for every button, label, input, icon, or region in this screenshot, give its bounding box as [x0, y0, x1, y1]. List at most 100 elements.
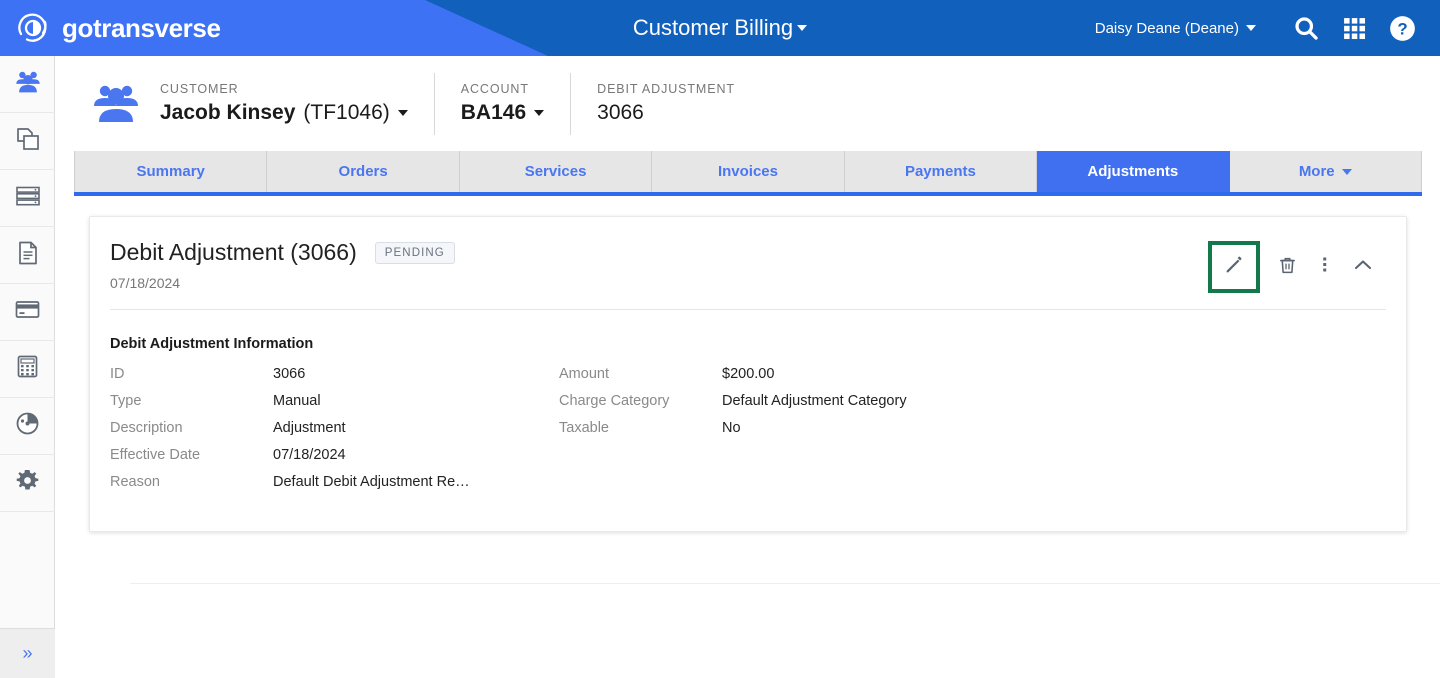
- caret-down-icon: [1341, 168, 1352, 175]
- tab-label: Adjustments: [1087, 163, 1179, 180]
- edit-button[interactable]: [1208, 241, 1260, 293]
- chevron-double-right-icon: »: [22, 643, 33, 663]
- field-value: 3066: [273, 366, 306, 382]
- tab-label: Summary: [136, 163, 205, 180]
- tab-orders[interactable]: Orders: [267, 151, 460, 192]
- customer-name-text: Jacob Kinsey: [160, 101, 296, 124]
- field-value: 07/18/2024: [273, 447, 346, 463]
- field-label: ID: [110, 366, 125, 382]
- tab-label: Payments: [904, 163, 976, 180]
- tab-label: Orders: [338, 163, 388, 180]
- detail-fields-right-column: Amount $200.00 Charge Category Default A…: [559, 366, 907, 501]
- apps-grid-icon: [1342, 16, 1367, 41]
- tab-summary[interactable]: Summary: [74, 151, 268, 192]
- detail-fields-left-column: ID 3066 Type Manual Description Adjustme…: [110, 366, 559, 501]
- sidebar-item-calculator[interactable]: [0, 341, 55, 398]
- left-icon-rail: »: [0, 56, 55, 678]
- field-value: Adjustment: [273, 420, 346, 436]
- gauge-dashboard-icon: [14, 410, 41, 442]
- sidebar-item-servers[interactable]: [0, 170, 55, 227]
- card-header-left: Debit Adjustment (3066) PENDING 07/18/20…: [110, 239, 1208, 291]
- page-title: Debit Adjustment (3066): [110, 239, 357, 265]
- app-title-dropdown[interactable]: Customer Billing: [632, 15, 808, 41]
- collapse-button[interactable]: [1346, 250, 1380, 284]
- card-container: Debit Adjustment (3066) PENDING 07/18/20…: [56, 196, 1440, 532]
- field-row: ID 3066: [110, 366, 559, 393]
- sidebar-item-customers[interactable]: [0, 56, 55, 113]
- status-badge: PENDING: [374, 241, 455, 264]
- main-content: CUSTOMER Jacob Kinsey (TF1046) ACCOUNT B…: [56, 56, 1440, 678]
- caret-down-icon: [1246, 25, 1256, 31]
- field-label: Amount: [559, 366, 609, 382]
- gear-settings-icon: [15, 468, 40, 498]
- user-account-menu[interactable]: Daisy Deane (Deane): [1095, 20, 1256, 37]
- sidebar-item-documents[interactable]: [0, 113, 55, 170]
- field-value: Default Debit Adjustment Re…: [273, 474, 470, 490]
- user-name-text: Daisy Deane (Deane): [1094, 19, 1239, 37]
- document-file-icon: [15, 240, 41, 271]
- field-label: Type: [110, 393, 142, 409]
- field-row: Reason Default Debit Adjustment Re…: [110, 474, 559, 501]
- dots-vertical-more-icon: [1316, 254, 1334, 280]
- debit-adjustment-card: Debit Adjustment (3066) PENDING 07/18/20…: [89, 216, 1407, 532]
- page-bottom-rule: [130, 583, 1440, 584]
- customers-people-icon: [13, 67, 43, 102]
- breadcrumb-adjustment-label: DEBIT ADJUSTMENT: [597, 82, 735, 96]
- breadcrumb-divider: [570, 72, 572, 135]
- field-row: Description Adjustment: [110, 420, 559, 447]
- gotransverse-circle-logo-icon: [16, 11, 50, 45]
- field-row: Charge Category Default Adjustment Categ…: [559, 393, 907, 420]
- tab-adjustments[interactable]: Adjustments: [1037, 151, 1230, 192]
- section-tabs: Summary Orders Services Invoices Payment…: [74, 151, 1422, 196]
- search-button[interactable]: [1282, 0, 1330, 56]
- tab-services[interactable]: Services: [459, 151, 653, 192]
- sidebar-expand-button[interactable]: »: [0, 628, 55, 678]
- field-value: Manual: [273, 393, 321, 409]
- card-title-row: Debit Adjustment (3066) PENDING: [110, 239, 1208, 266]
- customer-group-icon: [90, 80, 142, 128]
- tab-more[interactable]: More: [1229, 151, 1422, 192]
- sidebar-item-settings[interactable]: [0, 455, 55, 512]
- field-row: Taxable No: [559, 420, 907, 447]
- brand-name-text: gotransverse: [62, 13, 221, 43]
- tab-invoices[interactable]: Invoices: [652, 151, 845, 192]
- sidebar-item-dashboard[interactable]: [0, 398, 55, 455]
- app-title-text: Customer Billing: [632, 15, 794, 40]
- breadcrumb-account[interactable]: ACCOUNT BA146: [460, 82, 545, 125]
- sidebar-item-billing[interactable]: [0, 284, 55, 341]
- breadcrumb-account-label: ACCOUNT: [460, 82, 529, 96]
- help-button[interactable]: ?: [1378, 0, 1426, 56]
- caret-down-icon[interactable]: [397, 110, 408, 116]
- tab-payments[interactable]: Payments: [844, 151, 1038, 192]
- card-header: Debit Adjustment (3066) PENDING 07/18/20…: [90, 217, 1406, 309]
- field-label: Description: [110, 420, 183, 436]
- copy-documents-icon: [15, 126, 41, 157]
- calculator-icon: [15, 354, 40, 384]
- field-row: Effective Date 07/18/2024: [110, 447, 559, 474]
- field-row: Type Manual: [110, 393, 559, 420]
- field-label: Effective Date: [110, 447, 201, 463]
- breadcrumb-customer-label: CUSTOMER: [160, 82, 239, 96]
- breadcrumb-account-value: BA146: [461, 101, 545, 125]
- card-body: Debit Adjustment Information ID 3066 Typ…: [90, 310, 1406, 531]
- caret-down-icon: [797, 25, 808, 31]
- breadcrumb-customer[interactable]: CUSTOMER Jacob Kinsey (TF1046): [160, 82, 408, 125]
- apps-button[interactable]: [1330, 0, 1378, 56]
- field-label: Charge Category: [559, 393, 670, 409]
- top-header-bar: gotransverse Customer Billing Daisy Dean…: [0, 0, 1440, 56]
- sidebar-item-files[interactable]: [0, 227, 55, 284]
- card-date: 07/18/2024: [110, 275, 181, 291]
- more-options-button[interactable]: [1308, 250, 1342, 284]
- adjustment-number-text: 3066: [597, 101, 644, 124]
- customer-code-text: (TF1046): [303, 101, 390, 124]
- search-icon: [1293, 15, 1320, 42]
- delete-button[interactable]: [1270, 250, 1304, 284]
- caret-down-icon[interactable]: [534, 110, 545, 116]
- card-action-buttons: [1208, 239, 1380, 293]
- svg-text:?: ?: [1397, 19, 1407, 38]
- tab-label: Services: [524, 163, 587, 180]
- field-label: Reason: [110, 474, 160, 490]
- brand-logo[interactable]: gotransverse: [16, 0, 221, 56]
- section-title: Debit Adjustment Information: [110, 336, 314, 352]
- breadcrumb-customer-value: Jacob Kinsey (TF1046): [160, 101, 408, 125]
